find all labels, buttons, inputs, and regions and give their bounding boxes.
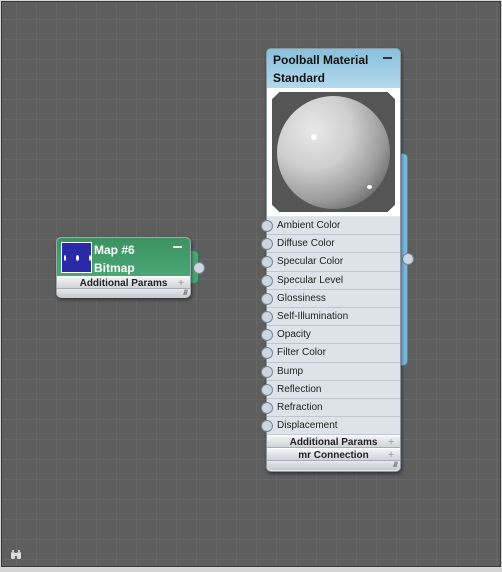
rollout-label: Additional Params (289, 437, 378, 449)
rollout-additional-params[interactable]: Additional Params + (267, 435, 400, 449)
material-preview[interactable] (267, 88, 400, 216)
slot-label: Reflection (277, 383, 322, 395)
input-socket[interactable] (261, 347, 273, 360)
node-footer: //// (267, 461, 400, 471)
slot-label: Self-Illumination (277, 310, 349, 322)
slot-label: Filter Color (277, 347, 326, 359)
input-slot[interactable]: Ambient Color (261, 217, 400, 236)
input-slot[interactable]: Specular Color (261, 253, 400, 272)
input-slot[interactable]: Diffuse Color (261, 235, 400, 254)
rollout-mr-connection[interactable]: mr Connection + (267, 448, 400, 462)
bitmap-thumbnail (61, 242, 92, 273)
slot-label: Opacity (277, 329, 311, 341)
input-slot[interactable]: Opacity (261, 326, 400, 345)
input-socket[interactable] (261, 401, 273, 414)
map-node[interactable]: Map #6 Bitmap Additional Params + //// (56, 237, 191, 298)
slot-label: Ambient Color (277, 220, 341, 231)
input-slot[interactable]: Reflection (261, 380, 400, 399)
input-socket[interactable] (261, 329, 273, 342)
input-slot[interactable]: Glossiness (261, 289, 400, 308)
slot-label: Specular Color (277, 256, 344, 268)
preview-sphere (277, 96, 390, 209)
material-output-socket[interactable] (402, 253, 414, 265)
map-node-title: Map #6 (94, 243, 135, 257)
input-socket[interactable] (261, 256, 273, 269)
input-socket[interactable] (261, 274, 273, 287)
input-socket[interactable] (261, 365, 273, 378)
input-slot[interactable]: Refraction (261, 398, 400, 418)
input-socket[interactable] (261, 238, 273, 251)
material-node-subtitle: Standard (273, 71, 326, 85)
material-node-title: Poolball Material (273, 53, 369, 67)
slot-label: Diffuse Color (277, 238, 335, 250)
input-socket[interactable] (261, 292, 273, 305)
minimize-icon[interactable] (383, 57, 392, 59)
slot-label: Displacement (277, 420, 338, 432)
slot-label: Specular Level (277, 274, 344, 286)
rollout-label: mr Connection (298, 450, 369, 462)
rollout-additional-params[interactable]: Additional Params + (57, 276, 190, 289)
resize-grip-icon[interactable]: //// (393, 462, 398, 469)
map-output-socket[interactable] (193, 262, 205, 274)
node-footer: //// (57, 289, 190, 298)
input-socket[interactable] (261, 383, 273, 396)
input-socket[interactable] (261, 220, 273, 232)
slot-label: Refraction (277, 401, 323, 413)
map-node-subtitle: Bitmap (94, 261, 135, 275)
input-slot[interactable]: Displacement (261, 417, 400, 436)
rollout-label: Additional Params (79, 278, 168, 289)
binoculars-icon[interactable] (10, 547, 22, 559)
input-slot[interactable]: Filter Color (261, 344, 400, 363)
input-slot[interactable]: Bump (261, 362, 400, 381)
input-socket[interactable] (261, 420, 273, 433)
input-socket[interactable] (261, 310, 273, 323)
resize-grip-icon[interactable]: //// (183, 290, 188, 297)
node-view-canvas[interactable]: Map #6 Bitmap Additional Params + //// Po… (1, 1, 501, 567)
input-slot[interactable]: Self-Illumination (261, 307, 400, 327)
material-node-header[interactable]: Poolball Material Standard (267, 49, 400, 88)
slot-label: Glossiness (277, 292, 326, 304)
slot-label: Bump (277, 365, 304, 377)
input-slot[interactable]: Specular Level (261, 271, 400, 290)
minimize-icon[interactable] (173, 246, 182, 248)
material-node[interactable]: Poolball Material Standard Ambient Color… (261, 48, 401, 472)
input-slot-list: Ambient Color Diffuse Color Specular Color… (261, 217, 400, 436)
map-node-header[interactable]: Map #6 Bitmap (57, 238, 190, 276)
